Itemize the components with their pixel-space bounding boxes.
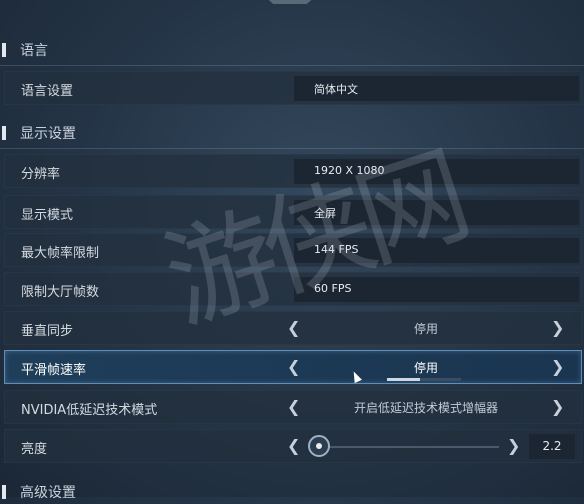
max-fps-value: 144 FPS — [314, 243, 359, 256]
lobby-fps-label: 限制大厅帧数 — [21, 285, 100, 300]
resolution-label: 分辨率 — [21, 167, 61, 182]
display-mode-row[interactable]: 显示模式 全屏 — [4, 195, 582, 229]
section-advanced: 高级设置 — [0, 480, 584, 504]
nvidia-reflex-label: NVIDIA低延迟技术模式 — [21, 403, 158, 418]
chevron-right-icon[interactable]: ❯ — [551, 318, 564, 338]
lobby-fps-row[interactable]: 限制大厅帧数 60 FPS — [4, 272, 582, 306]
brightness-slider-track[interactable] — [313, 446, 499, 448]
vsync-row[interactable]: 垂直同步 ❮ 停用 ❯ — [4, 311, 582, 345]
section-title: 显示设置 — [20, 126, 76, 142]
brightness-label: 亮度 — [21, 442, 48, 457]
chevron-right-icon[interactable]: ❯ — [507, 436, 520, 456]
section-marker — [2, 43, 6, 57]
max-fps-row[interactable]: 最大帧率限制 144 FPS — [4, 233, 582, 267]
chevron-left-icon[interactable]: ❮ — [287, 318, 300, 338]
language-setting-value: 简体中文 — [314, 83, 358, 96]
lobby-fps-dropdown[interactable]: 60 FPS — [294, 277, 579, 302]
top-notch — [262, 0, 318, 4]
resolution-value: 1920 X 1080 — [314, 164, 385, 177]
display-mode-dropdown[interactable]: 全屏 — [294, 200, 579, 225]
chevron-left-icon[interactable]: ❮ — [287, 397, 300, 417]
display-mode-value: 全屏 — [314, 207, 336, 220]
nvidia-reflex-value: 开启低延迟技术模式增幅器 — [353, 401, 498, 415]
smooth-fps-indicator — [387, 378, 461, 381]
nvidia-reflex-row[interactable]: NVIDIA低延迟技术模式 ❮ 开启低延迟技术模式增幅器 ❯ — [4, 390, 582, 424]
resolution-dropdown[interactable]: 1920 X 1080 — [294, 159, 579, 184]
resolution-row[interactable]: 分辨率 1920 X 1080 — [4, 154, 582, 188]
chevron-right-icon[interactable]: ❯ — [551, 397, 564, 417]
smooth-fps-indicator-fill — [387, 378, 421, 381]
section-title: 高级设置 — [20, 485, 76, 501]
smooth-fps-label: 平滑帧速率 — [21, 363, 87, 378]
chevron-right-icon[interactable]: ❯ — [551, 357, 564, 377]
language-setting-label: 语言设置 — [21, 84, 74, 99]
chevron-left-icon[interactable]: ❮ — [287, 436, 300, 456]
brightness-value-box: 2.2 — [529, 434, 575, 459]
language-setting-dropdown[interactable]: 简体中文 — [294, 76, 579, 101]
section-display: 显示设置 — [0, 121, 584, 149]
brightness-row[interactable]: 亮度 ❮ ❯ 2.2 — [4, 429, 582, 463]
brightness-slider-handle[interactable] — [308, 435, 330, 457]
section-divider — [0, 148, 584, 149]
lobby-fps-value: 60 FPS — [314, 282, 352, 295]
section-title: 语言 — [20, 43, 48, 59]
smooth-fps-row[interactable]: 平滑帧速率 ❮ 停用 ❯ — [4, 350, 582, 384]
section-marker — [2, 126, 6, 140]
display-mode-label: 显示模式 — [21, 208, 74, 223]
vsync-label: 垂直同步 — [21, 324, 74, 339]
section-language: 语言 — [0, 38, 584, 66]
chevron-left-icon[interactable]: ❮ — [287, 357, 300, 377]
section-divider — [0, 65, 584, 66]
language-setting-row[interactable]: 语言设置 简体中文 — [4, 71, 582, 105]
brightness-value: 2.2 — [542, 439, 562, 453]
max-fps-label: 最大帧率限制 — [21, 246, 100, 261]
max-fps-dropdown[interactable]: 144 FPS — [294, 238, 579, 263]
vsync-value: 停用 — [413, 322, 438, 336]
smooth-fps-value: 停用 — [413, 361, 438, 375]
